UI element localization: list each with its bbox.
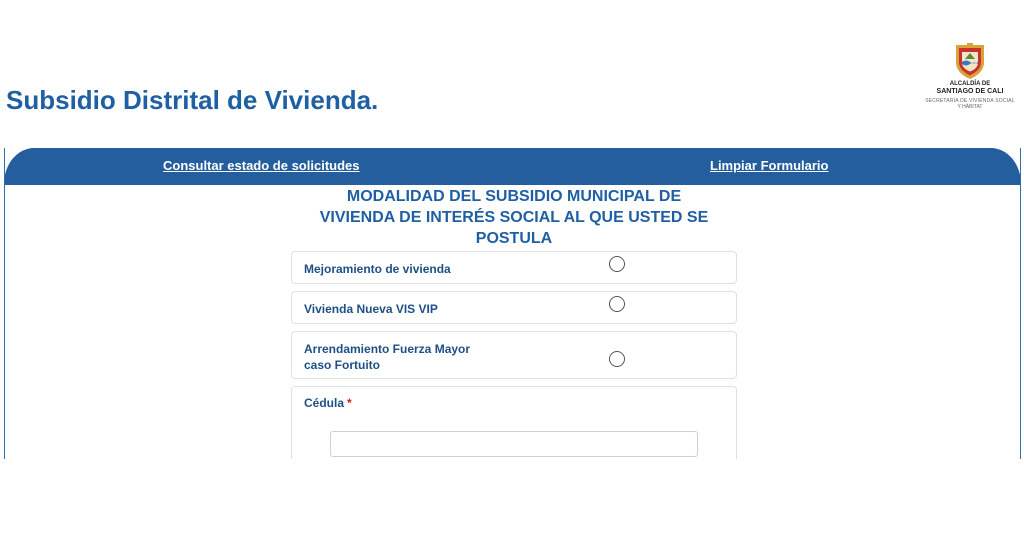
section-title-line-2: VIVIENDA DE INTERÉS SOCIAL AL QUE USTED … (319, 209, 709, 226)
option-label-arrendamiento: Arrendamiento Fuerza Mayor caso Fortuito (304, 341, 514, 373)
required-asterisk: * (347, 396, 352, 410)
coat-of-arms-icon (956, 43, 984, 79)
page-title: Subsidio Distrital de Vivienda. (6, 85, 379, 115)
logo-text-city: SANTIAGO DE CALI (936, 88, 1004, 95)
form-panel: Consultar estado de solicitudes Limpiar … (4, 148, 1021, 459)
alcaldia-logo: ALCALDÍA DE SANTIAGO DE CALI SECRETARÍA … (916, 42, 1024, 110)
consultar-estado-link[interactable]: Consultar estado de solicitudes (163, 158, 360, 173)
option-mejoramiento[interactable]: Mejoramiento de vivienda (291, 251, 737, 284)
cedula-field-group: Cédula * (291, 386, 737, 459)
option-label-vivienda-nueva: Vivienda Nueva VIS VIP (304, 302, 438, 316)
option-label-arrendamiento-line-2: caso Fortuito (304, 358, 381, 372)
cedula-input[interactable] (330, 431, 698, 457)
section-title-line-1: MODALIDAD DEL SUBSIDIO MUNICIPAL DE (346, 188, 682, 205)
option-vivienda-nueva[interactable]: Vivienda Nueva VIS VIP (291, 291, 737, 324)
modalidad-section-title: MODALIDAD DEL SUBSIDIO MUNICIPAL DE VIVI… (292, 186, 736, 249)
panel-header: Consultar estado de solicitudes Limpiar … (5, 148, 1020, 185)
section-title-line-3: POSTULA (475, 230, 553, 247)
option-label-mejoramiento: Mejoramiento de vivienda (304, 262, 451, 276)
cedula-label-text: Cédula (304, 396, 345, 410)
radio-mejoramiento[interactable] (609, 256, 625, 272)
logo-text-habitat: Y HÁBITAT (957, 104, 983, 110)
option-label-arrendamiento-line-1: Arrendamiento Fuerza Mayor (304, 342, 471, 356)
cedula-label: Cédula * (304, 396, 352, 410)
radio-vivienda-nueva[interactable] (609, 296, 625, 312)
logo-text-alcaldia: ALCALDÍA DE (949, 81, 991, 87)
option-arrendamiento[interactable]: Arrendamiento Fuerza Mayor caso Fortuito (291, 331, 737, 379)
radio-arrendamiento[interactable] (609, 351, 625, 367)
limpiar-formulario-link[interactable]: Limpiar Formulario (710, 158, 828, 173)
